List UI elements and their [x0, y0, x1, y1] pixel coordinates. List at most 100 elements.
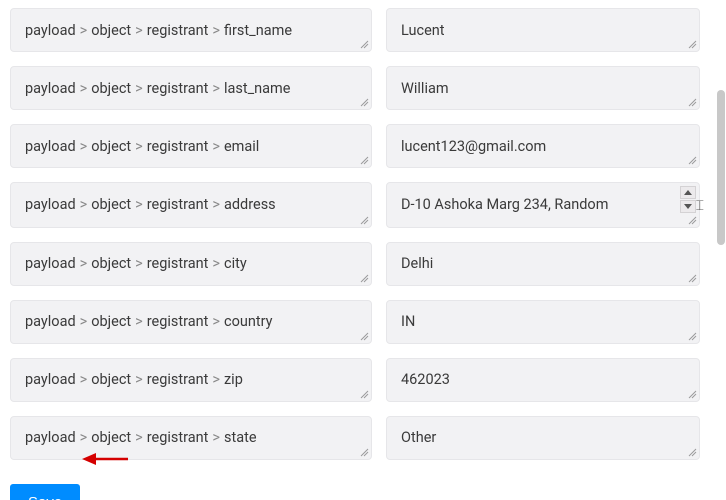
chevron-right-icon: >	[135, 196, 143, 213]
chevron-right-icon: >	[135, 313, 143, 330]
breadcrumb-segment: object	[91, 196, 131, 213]
breadcrumb: payload>object>registrant>state	[25, 429, 257, 446]
breadcrumb-segment: object	[91, 22, 131, 39]
field-row: payload>object>registrant>first_nameLuce…	[10, 8, 700, 52]
chevron-right-icon: >	[135, 371, 143, 388]
breadcrumb: payload>object>registrant>address	[25, 196, 276, 213]
field-row: payload>object>registrant>city Delhi	[10, 242, 700, 286]
breadcrumb-segment: email	[224, 138, 259, 155]
field-value-text: Lucent	[401, 22, 445, 39]
breadcrumb-segment: payload	[25, 80, 76, 97]
field-path-cell[interactable]: payload>object>registrant>email	[10, 124, 372, 168]
breadcrumb-segment: registrant	[147, 80, 209, 97]
breadcrumb: payload>object>registrant>country	[25, 313, 273, 330]
field-value-cell[interactable]: Delhi	[386, 242, 700, 286]
resize-handle-icon	[359, 97, 369, 107]
chevron-right-icon: >	[212, 80, 220, 97]
breadcrumb-segment: registrant	[147, 255, 209, 272]
field-value-cell[interactable]: 462023	[386, 358, 700, 402]
breadcrumb-segment: payload	[25, 196, 76, 213]
breadcrumb-segment: object	[91, 313, 131, 330]
breadcrumb-segment: payload	[25, 138, 76, 155]
breadcrumb-segment: first_name	[224, 22, 292, 39]
field-value-cell[interactable]: D-10 Ashoka Marg 234, Random	[386, 182, 700, 228]
chevron-right-icon: >	[80, 22, 88, 39]
field-value-text: Other	[401, 429, 436, 446]
field-row: payload>object>registrant>state Other	[10, 416, 700, 460]
chevron-right-icon: >	[212, 196, 220, 213]
chevron-right-icon: >	[135, 22, 143, 39]
breadcrumb-segment: country	[224, 313, 273, 330]
field-value-cell[interactable]: Other	[386, 416, 700, 460]
breadcrumb-segment: object	[91, 138, 131, 155]
field-value-text: William	[401, 80, 449, 97]
resize-handle-icon	[359, 447, 369, 457]
field-path-cell[interactable]: payload>object>registrant>zip	[10, 358, 372, 402]
breadcrumb: payload>object>registrant>city	[25, 255, 247, 272]
field-row: payload>object>registrant>email lucent123…	[10, 124, 700, 168]
chevron-right-icon: >	[80, 313, 88, 330]
field-value-cell[interactable]: lucent123@gmail.com	[386, 124, 700, 168]
chevron-right-icon: >	[212, 429, 220, 446]
stepper-up-button[interactable]	[680, 186, 696, 199]
breadcrumb-segment: payload	[25, 22, 76, 39]
field-row: payload>object>registrant>country IN	[10, 300, 700, 344]
chevron-right-icon: >	[135, 429, 143, 446]
breadcrumb: payload>object>registrant>last_name	[25, 80, 290, 97]
chevron-right-icon: >	[80, 429, 88, 446]
field-value-cell[interactable]: IN	[386, 300, 700, 344]
field-row: payload>object>registrant>addressD-10 As…	[10, 182, 700, 228]
breadcrumb-segment: payload	[25, 313, 76, 330]
field-value-text: 462023	[401, 371, 450, 388]
chevron-right-icon: >	[80, 255, 88, 272]
breadcrumb-segment: object	[91, 429, 131, 446]
breadcrumb-segment: payload	[25, 429, 76, 446]
field-path-cell[interactable]: payload>object>registrant>state	[10, 416, 372, 460]
breadcrumb-segment: zip	[224, 371, 243, 388]
resize-handle-icon	[687, 331, 697, 341]
chevron-right-icon: >	[212, 371, 220, 388]
chevron-right-icon: >	[80, 371, 88, 388]
field-path-cell[interactable]: payload>object>registrant>address	[10, 182, 372, 228]
field-value-cell[interactable]: William	[386, 66, 700, 110]
chevron-right-icon: >	[80, 196, 88, 213]
chevron-right-icon: >	[135, 138, 143, 155]
breadcrumb-segment: object	[91, 255, 131, 272]
resize-handle-icon	[359, 389, 369, 399]
resize-handle-icon	[359, 331, 369, 341]
chevron-right-icon: >	[80, 138, 88, 155]
resize-handle-icon	[687, 97, 697, 107]
stepper-down-button[interactable]	[680, 200, 696, 213]
chevron-right-icon: >	[80, 80, 88, 97]
field-row: payload>object>registrant>zip 462023	[10, 358, 700, 402]
breadcrumb-segment: address	[224, 196, 276, 213]
field-value-cell[interactable]: Lucent	[386, 8, 700, 52]
chevron-right-icon: >	[212, 313, 220, 330]
field-path-cell[interactable]: payload>object>registrant>first_name	[10, 8, 372, 52]
breadcrumb-segment: registrant	[147, 196, 209, 213]
field-value-text: Delhi	[401, 255, 433, 272]
resize-handle-icon	[359, 215, 369, 225]
breadcrumb-segment: object	[91, 80, 131, 97]
breadcrumb-segment: registrant	[147, 371, 209, 388]
resize-handle-icon	[687, 273, 697, 283]
value-stepper[interactable]	[680, 186, 696, 213]
scrollbar-thumb[interactable]	[717, 90, 725, 245]
resize-handle-icon	[687, 39, 697, 49]
chevron-right-icon: >	[135, 80, 143, 97]
resize-handle-icon	[687, 447, 697, 457]
field-path-cell[interactable]: payload>object>registrant>last_name	[10, 66, 372, 110]
field-path-cell[interactable]: payload>object>registrant>city	[10, 242, 372, 286]
field-value-text: IN	[401, 313, 415, 330]
breadcrumb-segment: registrant	[147, 429, 209, 446]
breadcrumb-segment: payload	[25, 371, 76, 388]
resize-handle-icon	[687, 389, 697, 399]
form-scroll-area[interactable]: payload>object>registrant>first_nameLuce…	[0, 0, 710, 500]
breadcrumb-segment: city	[224, 255, 247, 272]
field-path-cell[interactable]: payload>object>registrant>country	[10, 300, 372, 344]
save-button[interactable]: Save	[10, 484, 80, 500]
breadcrumb-segment: registrant	[147, 22, 209, 39]
chevron-right-icon: >	[212, 255, 220, 272]
chevron-right-icon: >	[212, 138, 220, 155]
chevron-right-icon: >	[135, 255, 143, 272]
